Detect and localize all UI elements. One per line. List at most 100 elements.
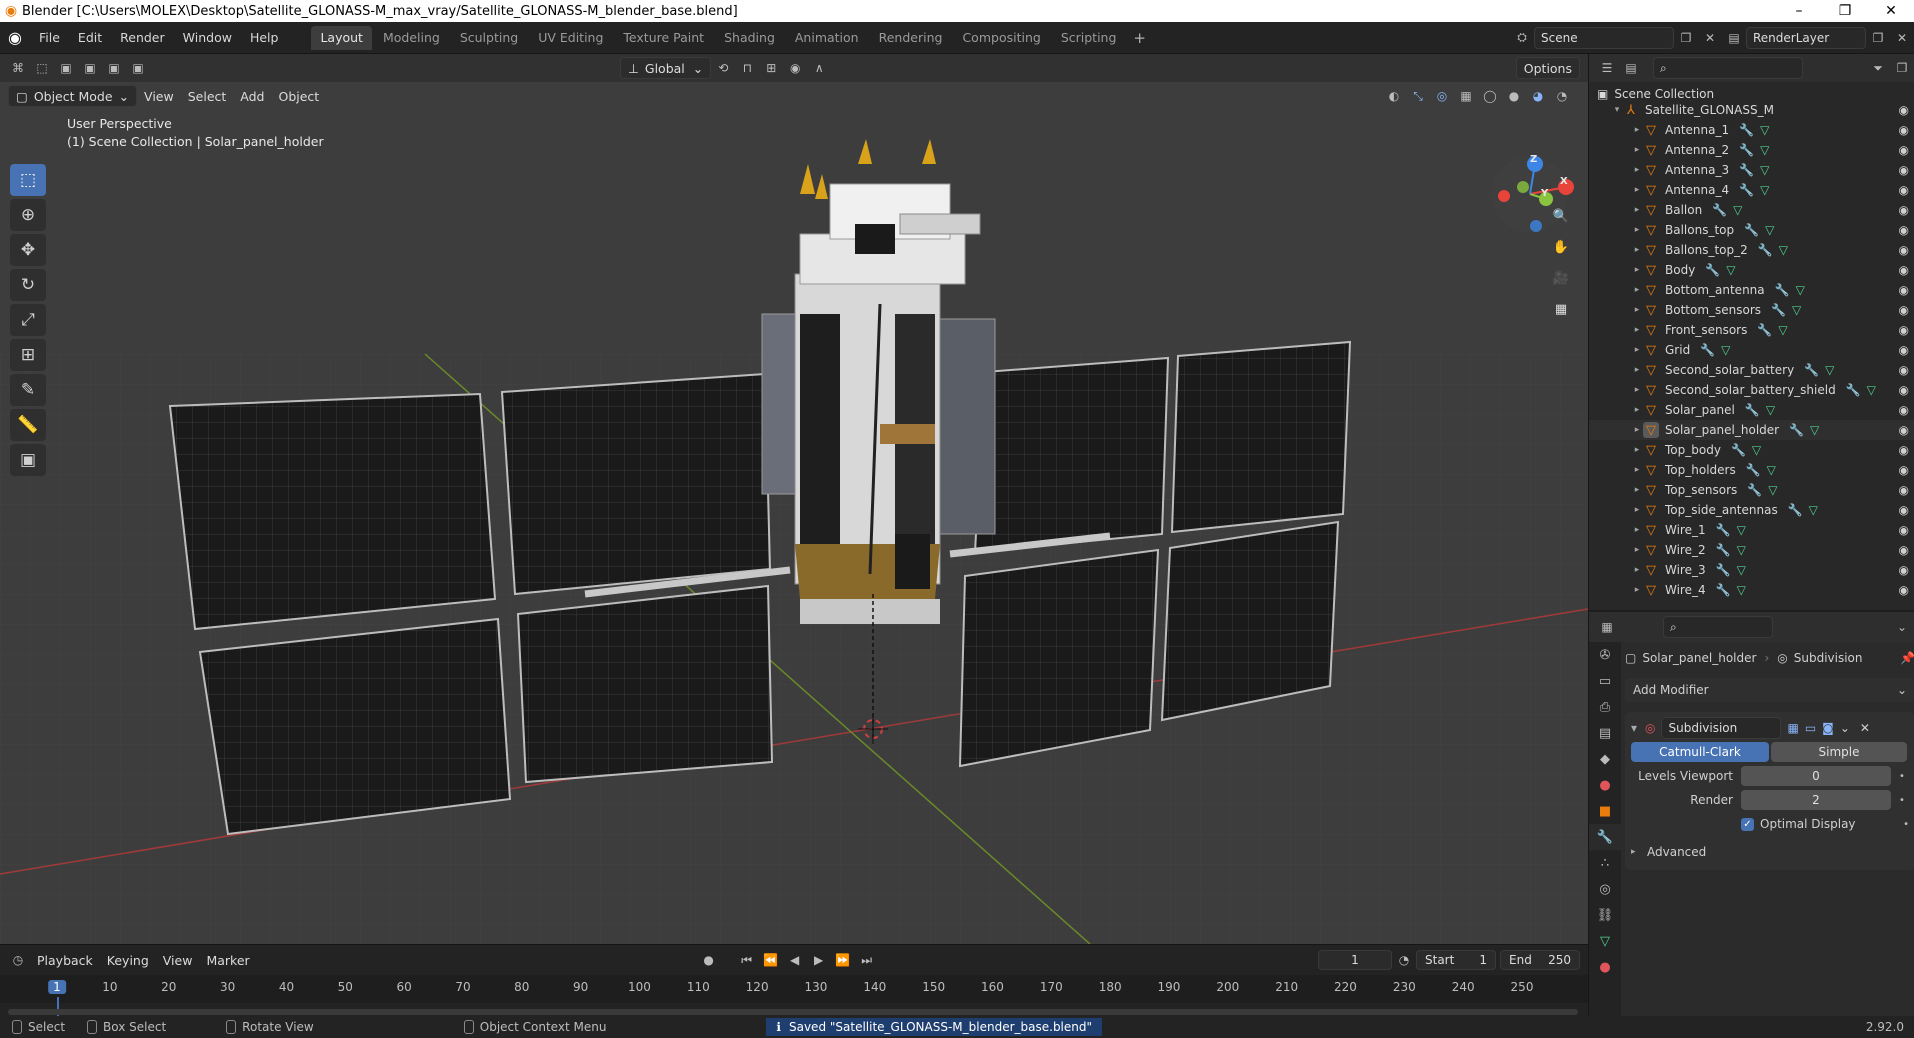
outliner-item[interactable]: ▸ ▽ Body 🔧 ▽ ◉ bbox=[1589, 260, 1914, 280]
pan-hand-icon[interactable]: ✋ bbox=[1548, 234, 1574, 260]
play-icon[interactable]: ▶ bbox=[807, 949, 831, 971]
expand-chevron-icon[interactable]: ▸ bbox=[1631, 565, 1643, 575]
outliner-editor-icon[interactable]: ☰ bbox=[1595, 57, 1619, 79]
expand-chevron-icon[interactable]: ▸ bbox=[1631, 405, 1643, 415]
levels-viewport-field[interactable]: 0 bbox=[1741, 766, 1891, 786]
eye-icon[interactable]: ◉ bbox=[1899, 383, 1909, 397]
expand-chevron-icon[interactable]: ▸ bbox=[1631, 185, 1643, 195]
annotate-tool-icon[interactable]: ✎ bbox=[10, 374, 46, 406]
prev-keyframe-icon[interactable]: ⏪ bbox=[759, 949, 783, 971]
scene-tab-icon[interactable]: ◆ bbox=[1589, 746, 1621, 772]
next-keyframe-icon[interactable]: ⏩ bbox=[831, 949, 855, 971]
zoom-icon[interactable]: 🔍 bbox=[1548, 203, 1574, 229]
tab-shading[interactable]: Shading bbox=[715, 26, 784, 50]
eye-icon[interactable]: ◉ bbox=[1899, 483, 1909, 497]
delete-scene-icon[interactable]: ✕ bbox=[1698, 27, 1722, 49]
render-layer-icon[interactable]: ▤ bbox=[1722, 27, 1746, 49]
expand-chevron-icon[interactable]: ▸ bbox=[1631, 485, 1643, 495]
snap-target-icon[interactable]: ⊞ bbox=[759, 57, 783, 79]
pivot-icon[interactable]: ⟲ bbox=[711, 57, 735, 79]
properties-options-icon[interactable]: ⌄ bbox=[1890, 616, 1914, 638]
eye-icon[interactable]: ◉ bbox=[1899, 583, 1909, 597]
select-invert-icon[interactable]: ▣ bbox=[126, 57, 150, 79]
gizmo-toggle-icon[interactable]: ⤡ bbox=[1406, 85, 1430, 107]
delete-render-layer-icon[interactable]: ✕ bbox=[1890, 27, 1914, 49]
physics-tab-icon[interactable]: ◎ bbox=[1589, 876, 1621, 902]
eye-icon[interactable]: ◉ bbox=[1899, 263, 1909, 277]
display-mode-icon[interactable]: ▤ bbox=[1619, 57, 1643, 79]
eye-icon[interactable]: ◉ bbox=[1899, 503, 1909, 517]
shading-material-icon[interactable]: ◕ bbox=[1526, 85, 1550, 107]
catmull-clark-button[interactable]: Catmull-Clark bbox=[1631, 742, 1769, 762]
outliner-item[interactable]: ▸ ▽ Front_sensors 🔧 ▽ ◉ bbox=[1589, 320, 1914, 340]
eye-icon[interactable]: ◉ bbox=[1899, 423, 1909, 437]
outliner-item[interactable]: ▸ ▽ Antenna_1 🔧 ▽ ◉ bbox=[1589, 120, 1914, 140]
outliner-item[interactable]: ▸ ▽ Antenna_3 🔧 ▽ ◉ bbox=[1589, 160, 1914, 180]
select-box-tool-icon[interactable]: ⬚ bbox=[10, 164, 46, 196]
move-tool-icon[interactable]: ✥ bbox=[10, 234, 46, 266]
timeline-menu-marker[interactable]: Marker bbox=[199, 949, 256, 971]
expand-chevron-icon[interactable]: ▸ bbox=[1631, 585, 1643, 595]
object-tab-icon[interactable]: ■ bbox=[1589, 798, 1621, 824]
expand-chevron-icon[interactable]: ▸ bbox=[1631, 145, 1643, 155]
viewport-menu-add[interactable]: Add bbox=[233, 85, 271, 107]
expand-chevron-icon[interactable]: ▸ bbox=[1631, 345, 1643, 355]
3d-viewport[interactable]: ⌘ ⬚ ▣ ▣ ▣ ▣ ⊥ Global ⌄ ⟲ ⊓ ⊞ ◉ ∧ Options… bbox=[0, 54, 1588, 944]
outliner-item[interactable]: ▸ ▽ Top_holders 🔧 ▽ ◉ bbox=[1589, 460, 1914, 480]
outliner-item[interactable]: ▸ ▽ Wire_1 🔧 ▽ ◉ bbox=[1589, 520, 1914, 540]
eye-icon[interactable]: ◉ bbox=[1899, 123, 1909, 137]
eye-icon[interactable]: ◉ bbox=[1899, 283, 1909, 297]
add-cube-tool-icon[interactable]: ▣ bbox=[10, 444, 46, 476]
modifier-menu-icon[interactable]: ⌄ bbox=[1840, 721, 1850, 735]
current-frame-field[interactable]: 1 bbox=[1318, 950, 1392, 970]
tab-scripting[interactable]: Scripting bbox=[1052, 26, 1126, 50]
ortho-toggle-icon[interactable]: ▦ bbox=[1548, 296, 1574, 322]
expand-chevron-icon[interactable]: ▸ bbox=[1631, 285, 1643, 295]
options-dropdown[interactable]: Options bbox=[1515, 57, 1580, 79]
tool-tab-icon[interactable]: ✇ bbox=[1589, 642, 1621, 668]
expand-chevron-icon[interactable]: ▸ bbox=[1631, 305, 1643, 315]
menu-help[interactable]: Help bbox=[241, 25, 288, 51]
expand-chevron-icon[interactable]: ▸ bbox=[1631, 265, 1643, 275]
transform-tool-icon[interactable]: ⊞ bbox=[10, 339, 46, 371]
outliner-item[interactable]: ▸ ▽ Second_solar_battery 🔧 ▽ ◉ bbox=[1589, 360, 1914, 380]
expand-chevron-icon[interactable]: ▸ bbox=[1631, 465, 1643, 475]
tab-texture-paint[interactable]: Texture Paint bbox=[614, 26, 713, 50]
view-layer-tab-icon[interactable]: ▤ bbox=[1589, 720, 1621, 746]
outliner-search-input[interactable]: ⌕ bbox=[1653, 57, 1803, 79]
close-button[interactable]: ✕ bbox=[1868, 0, 1914, 22]
edit-mode-toggle-icon[interactable]: ▦ bbox=[1787, 721, 1798, 735]
xray-icon[interactable]: ▦ bbox=[1454, 85, 1478, 107]
outliner-item[interactable]: ▸ ▽ Grid 🔧 ▽ ◉ bbox=[1589, 340, 1914, 360]
eye-icon[interactable]: ◉ bbox=[1899, 103, 1909, 117]
expand-chevron-icon[interactable]: ▾ bbox=[1611, 105, 1623, 115]
eye-icon[interactable]: ◉ bbox=[1899, 363, 1909, 377]
eye-icon[interactable]: ◉ bbox=[1899, 563, 1909, 577]
properties-editor-icon[interactable]: ▦ bbox=[1595, 616, 1619, 638]
jump-start-icon[interactable]: ⏮ bbox=[735, 949, 759, 971]
menu-file[interactable]: File bbox=[30, 25, 69, 51]
rotate-tool-icon[interactable]: ↻ bbox=[10, 269, 46, 301]
eye-icon[interactable]: ◉ bbox=[1899, 523, 1909, 537]
expand-chevron-icon[interactable]: ▸ bbox=[1631, 245, 1643, 255]
new-collection-icon[interactable]: ❐ bbox=[1890, 57, 1914, 79]
particles-tab-icon[interactable]: ∴ bbox=[1589, 850, 1621, 876]
pin-icon[interactable]: 📌 bbox=[1900, 651, 1914, 665]
camera-view-icon[interactable]: 🎥 bbox=[1548, 265, 1574, 291]
outliner-item[interactable]: ▸ ▽ Antenna_2 🔧 ▽ ◉ bbox=[1589, 140, 1914, 160]
simple-button[interactable]: Simple bbox=[1771, 742, 1907, 762]
timeline-menu-view[interactable]: View bbox=[156, 949, 200, 971]
jump-end-icon[interactable]: ⏭ bbox=[855, 949, 879, 971]
timeline-ruler[interactable]: 1 10 20 30 40 50 60 70 80 90 100 110 120 130 140 150 160… bbox=[0, 975, 1588, 1017]
tab-layout[interactable]: Layout bbox=[311, 25, 372, 50]
falloff-icon[interactable]: ∧ bbox=[807, 57, 831, 79]
visibility-icon[interactable]: ◐ bbox=[1382, 85, 1406, 107]
outliner-item[interactable]: ▸ ▽ Solar_panel 🔧 ▽ ◉ bbox=[1589, 400, 1914, 420]
data-tab-icon[interactable]: ▽ bbox=[1589, 928, 1621, 954]
select-subtract-icon[interactable]: ▣ bbox=[102, 57, 126, 79]
new-render-layer-icon[interactable]: ❐ bbox=[1866, 27, 1890, 49]
timeline-editor-icon[interactable]: ◷ bbox=[6, 949, 30, 971]
outliner-item[interactable]: ▸ ▽ Antenna_4 🔧 ▽ ◉ bbox=[1589, 180, 1914, 200]
render-toggle-icon[interactable]: ◙ bbox=[1822, 721, 1834, 735]
timeline-menu-keying[interactable]: Keying bbox=[100, 949, 156, 971]
